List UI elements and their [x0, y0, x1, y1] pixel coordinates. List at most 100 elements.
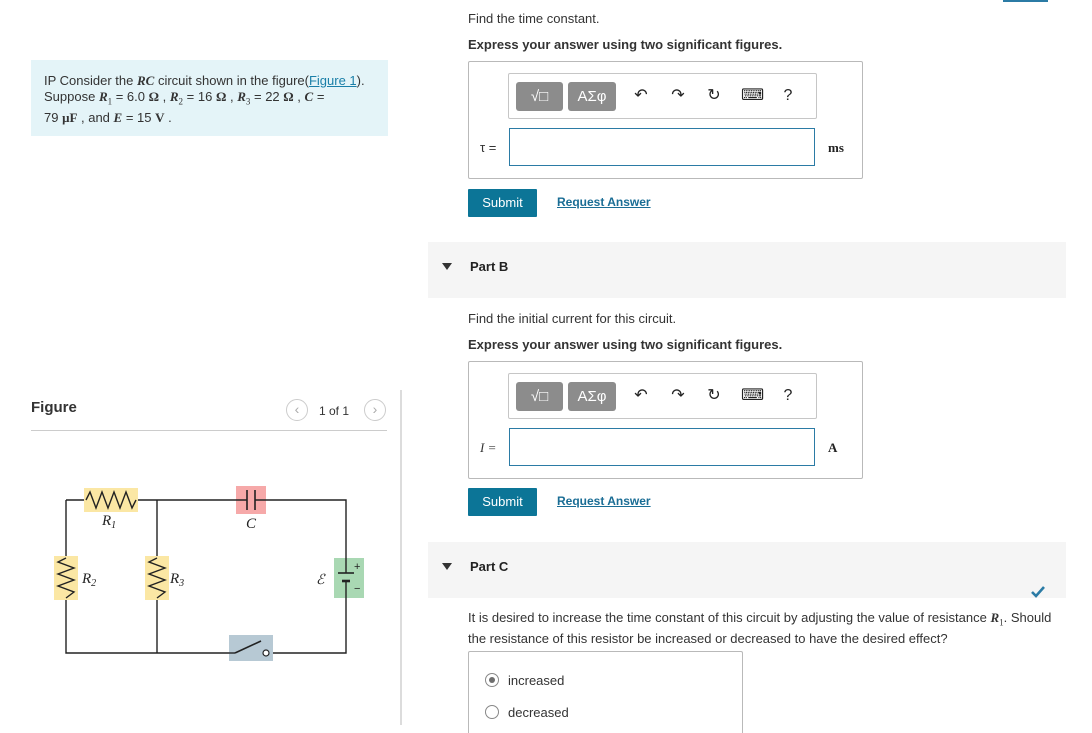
part-b-answer-box: √□ ΑΣφ ↶ ↷ ↻ ⌨ ? I = A [468, 361, 863, 479]
problem-run: Ω [148, 89, 160, 104]
svg-text:R2: R2 [81, 571, 96, 589]
part-b-submit-button[interactable]: Submit [468, 488, 537, 516]
problem-run: R [98, 89, 108, 104]
keyboard-button[interactable]: ⌨ [741, 384, 765, 408]
templates-icon: √□ [530, 88, 549, 105]
switch [229, 635, 273, 661]
undo-button[interactable]: ↶ [630, 84, 652, 108]
greek-symbols-button[interactable]: ΑΣφ [568, 82, 616, 111]
problem-run: Suppose [44, 89, 99, 104]
templates-button[interactable]: √□ [516, 382, 563, 411]
part-b-question: Find the initial current for this circui… [468, 311, 677, 326]
tau-unit: ms [828, 140, 844, 155]
templates-button[interactable]: √□ [516, 82, 563, 111]
keyboard-button[interactable]: ⌨ [741, 84, 765, 108]
caret-down-icon[interactable] [442, 263, 452, 270]
current-unit: A [828, 440, 838, 455]
reset-button[interactable]: ↻ [703, 84, 725, 108]
part-b-header[interactable] [428, 242, 1066, 298]
problem-run: , and [77, 109, 114, 125]
problem-run: C [304, 89, 314, 104]
problem-run: , [159, 89, 170, 104]
redo-icon: ↷ [671, 387, 685, 404]
help-button[interactable]: ? [777, 384, 799, 408]
chevron-left-icon: ‹ [294, 401, 300, 417]
problem-text: circuit shown in the figure( [154, 73, 309, 88]
reset-button[interactable]: ↻ [703, 384, 725, 408]
greek-symbols-button[interactable]: ΑΣφ [568, 382, 616, 411]
problem-run: , [226, 89, 238, 104]
part-c-question: It is desired to increase the time const… [468, 610, 1068, 647]
pane-divider [400, 390, 402, 725]
problem-run: μF [62, 109, 78, 125]
tau-answer-input[interactable] [509, 128, 815, 166]
problem-run: R [169, 89, 179, 104]
problem-line-1: IP Consider the RC circuit shown in the … [44, 73, 376, 89]
problem-run: = 16 [183, 89, 216, 104]
part-a-instruction: Express your answer using two significan… [468, 37, 783, 52]
problem-run: = 15 [122, 109, 156, 125]
svg-text:C: C [246, 516, 257, 532]
problem-line-2: Suppose R1 = 6.0 Ω , R2 = 16 Ω , R3 = 22… [44, 89, 376, 110]
svg-text:−: − [354, 583, 360, 595]
resistor-r1: R1 [84, 488, 138, 531]
part-a-submit-button[interactable]: Submit [468, 189, 537, 217]
problem-run: = [313, 89, 325, 104]
current-label: I = [480, 440, 497, 455]
reset-icon: ↻ [707, 87, 721, 104]
problem-line-3: 79 μF , and E = 15 V . [44, 110, 376, 126]
redo-button[interactable]: ↷ [667, 384, 689, 408]
undo-icon: ↶ [634, 387, 648, 404]
redo-icon: ↷ [671, 87, 685, 104]
prev-figure-button[interactable]: ‹ [286, 399, 308, 421]
circuit-diagram: R1 R2 R3 C + − ℰ [54, 486, 364, 661]
keyboard-icon: ⌨ [741, 387, 765, 404]
part-a-answer-box: √□ ΑΣφ ↶ ↷ ↻ ⌨ ? τ = ms [468, 61, 863, 179]
part-b-title[interactable]: Part B [470, 259, 508, 274]
figure-pager-text: 1 of 1 [319, 404, 350, 418]
part-b-instruction: Express your answer using two significan… [468, 337, 783, 352]
part-c-question-line-2: the resistance of this resistor be incre… [468, 630, 948, 646]
check-icon [1031, 586, 1045, 598]
part-c-question-line-1: It is desired to increase the time const… [468, 610, 1052, 628]
problem-statement: IP Consider the RC circuit shown in the … [31, 60, 388, 136]
svg-text:+: + [354, 561, 360, 573]
svg-text:R3: R3 [169, 571, 184, 589]
undo-icon: ↶ [634, 87, 648, 104]
figure-divider [31, 430, 387, 431]
svg-text:ℰ: ℰ [316, 573, 326, 588]
part-a-question: Find the time constant. [468, 11, 600, 26]
next-figure-button[interactable]: › [364, 399, 386, 421]
undo-button[interactable]: ↶ [630, 384, 652, 408]
part-c-header[interactable] [428, 542, 1066, 598]
radio-decreased[interactable] [485, 705, 499, 719]
tau-label: τ = [480, 140, 497, 155]
part-a-request-answer-link[interactable]: Request Answer [557, 195, 651, 209]
battery: + − ℰ [316, 558, 364, 598]
resistor-r2: R2 [54, 556, 96, 600]
radio-increased[interactable] [485, 673, 499, 687]
problem-run: Ω [283, 89, 294, 104]
part-c-choices: increased decreased [468, 651, 743, 733]
greek-icon: ΑΣφ [577, 388, 607, 405]
templates-icon: √□ [530, 388, 549, 405]
problem-run: . [164, 109, 172, 125]
caret-down-icon[interactable] [442, 563, 452, 570]
part-a-math-toolbar: √□ ΑΣφ ↶ ↷ ↻ ⌨ ? [508, 73, 817, 119]
part-c-title[interactable]: Part C [470, 559, 508, 574]
keyboard-icon: ⌨ [741, 87, 765, 104]
figure-link[interactable]: Figure 1 [309, 73, 357, 88]
part-b-request-answer-link[interactable]: Request Answer [557, 494, 651, 508]
redo-button[interactable]: ↷ [667, 84, 689, 108]
capacitor: C [236, 486, 266, 532]
choice-decreased-label[interactable]: decreased [508, 705, 569, 720]
choice-increased-label[interactable]: increased [508, 673, 564, 688]
problem-run: = 6.0 [112, 89, 149, 104]
switch-highlight [229, 635, 273, 661]
problem-run: E [113, 109, 123, 125]
part-b-math-toolbar: √□ ΑΣφ ↶ ↷ ↻ ⌨ ? [508, 373, 817, 419]
top-accent-bar [1003, 0, 1048, 2]
current-answer-input[interactable] [509, 428, 815, 466]
help-button[interactable]: ? [777, 84, 799, 108]
resistor-r3: R3 [145, 556, 184, 600]
